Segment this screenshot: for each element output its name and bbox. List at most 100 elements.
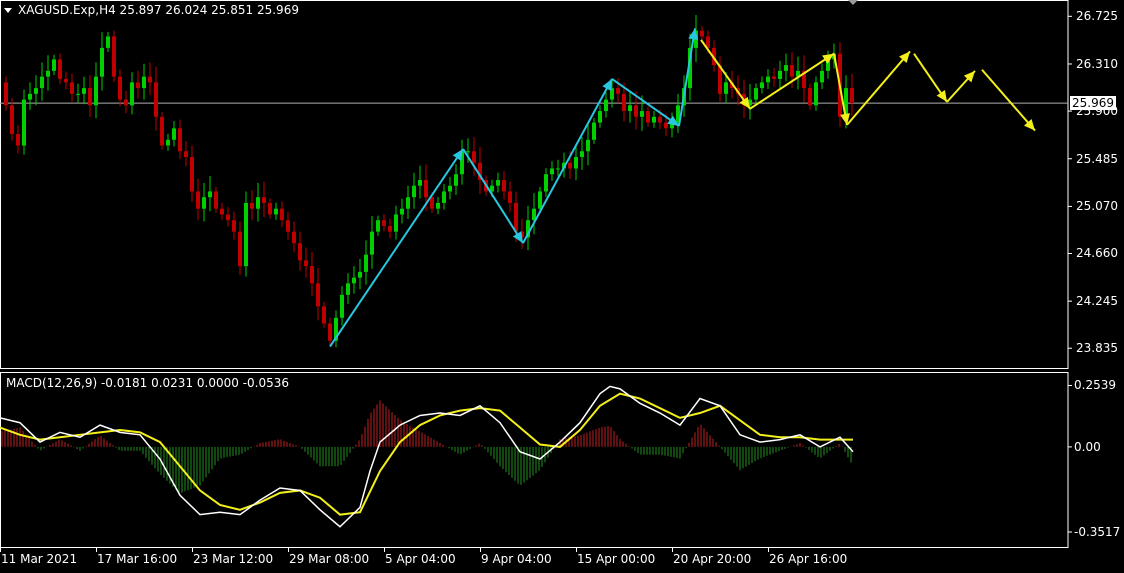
candle-body: [442, 191, 446, 203]
candle-body: [208, 191, 212, 198]
candle-body: [304, 260, 308, 267]
macd-tick-label: 0.00: [1074, 439, 1101, 454]
time-tick-label: 5 Apr 04:00: [385, 552, 456, 566]
candle-body: [604, 99, 608, 112]
candle-body: [820, 70, 824, 83]
candle-body: [472, 151, 476, 163]
candle-body: [766, 76, 770, 83]
candle-body: [724, 82, 728, 94]
time-tick-label: 11 Mar 2021: [1, 552, 78, 566]
macd-tick-label: -0.3517: [1074, 524, 1121, 539]
time-tick-label: 17 Mar 16:00: [97, 552, 178, 566]
candle-body: [262, 197, 266, 203]
candle-body: [202, 197, 206, 209]
candle-body: [616, 88, 620, 94]
candle-body: [514, 202, 518, 232]
candle-body: [640, 111, 644, 117]
candle-body: [40, 76, 44, 89]
candle-body: [34, 88, 38, 94]
candle-body: [550, 168, 554, 175]
candle-body: [142, 76, 146, 89]
candle-body: [178, 128, 182, 152]
candle-body: [544, 174, 548, 192]
price-tick-label: 26.310: [1076, 56, 1118, 71]
candle-body: [502, 179, 506, 192]
candle-body: [592, 122, 596, 140]
candle-body: [310, 266, 314, 284]
candle-body: [70, 82, 74, 94]
candle-body: [508, 191, 512, 203]
candle-body: [184, 151, 188, 158]
candle-body: [256, 197, 260, 209]
candle-body: [586, 139, 590, 152]
candle-body: [124, 99, 128, 106]
chart-svg: [0, 0, 1072, 552]
candle-body: [250, 202, 254, 209]
candle-body: [382, 220, 386, 226]
time-tick-label: 15 Apr 00:00: [577, 552, 656, 566]
candle-body: [496, 179, 500, 186]
candle-body: [238, 231, 242, 267]
candle-body: [454, 174, 458, 186]
candle-body: [628, 105, 632, 112]
macd-info-text: MACD(12,26,9) -0.0181 0.0231 0.0000 -0.0…: [6, 376, 290, 390]
candle-body: [226, 214, 230, 221]
time-tick-label: 23 Mar 12:00: [193, 552, 274, 566]
candle-body: [634, 105, 638, 117]
candle-body: [418, 179, 422, 186]
candle-body: [784, 65, 788, 71]
macd-tick-label: 0.2539: [1074, 378, 1116, 393]
candle-body: [322, 306, 326, 324]
candle-body: [232, 220, 236, 232]
candle-body: [352, 277, 356, 284]
candle-body: [298, 243, 302, 261]
candle-body: [388, 225, 392, 232]
candle-body: [424, 179, 428, 198]
scroll-marker-icon: [848, 0, 858, 5]
candle-body: [376, 220, 380, 232]
candle-body: [598, 111, 602, 123]
candle-body: [328, 323, 332, 341]
trend-arrow-line: [981, 69, 1036, 132]
candle-body: [316, 283, 320, 307]
candle-body: [340, 294, 344, 318]
candle-body: [58, 59, 62, 79]
candle-body: [580, 151, 584, 158]
candle-body: [10, 105, 14, 135]
candle-body: [364, 254, 368, 272]
candle-body: [646, 111, 650, 123]
candle-body: [778, 70, 782, 79]
candle-body: [568, 162, 572, 169]
trend-arrow-line: [462, 148, 524, 244]
candle-body: [82, 88, 86, 94]
candle-body: [106, 36, 110, 48]
candle-body: [244, 202, 248, 267]
price-tick-label: 23.835: [1076, 341, 1118, 356]
candle-body: [436, 202, 440, 209]
price-tick-label: 24.245: [1076, 294, 1118, 309]
candle-body: [214, 191, 218, 209]
candle-body: [52, 59, 56, 71]
candle-body: [148, 76, 152, 83]
symbol-info-text: XAGUSD.Exp,H4 25.897 26.024 25.851 25.96…: [18, 3, 299, 17]
candle-body: [448, 185, 452, 192]
candle-body: [118, 76, 122, 100]
candle-body: [430, 197, 434, 209]
candle-body: [46, 70, 50, 77]
candle-body: [112, 36, 116, 77]
candle-body: [130, 82, 134, 106]
time-tick-label: 9 Apr 04:00: [481, 552, 552, 566]
macd-main-line: [0, 385, 854, 528]
price-tick-label: 26.725: [1076, 9, 1118, 24]
candle-body: [154, 82, 158, 117]
candle-body: [538, 191, 542, 209]
candle-body: [22, 99, 26, 146]
candle-body: [160, 116, 164, 146]
candle-body: [64, 78, 68, 83]
price-tick-label: 24.660: [1076, 246, 1118, 261]
candle-body: [370, 231, 374, 255]
time-tick-label: 26 Apr 16:00: [769, 552, 848, 566]
candle-body: [286, 220, 290, 232]
candle-body: [220, 208, 224, 215]
candle-body: [622, 93, 626, 112]
